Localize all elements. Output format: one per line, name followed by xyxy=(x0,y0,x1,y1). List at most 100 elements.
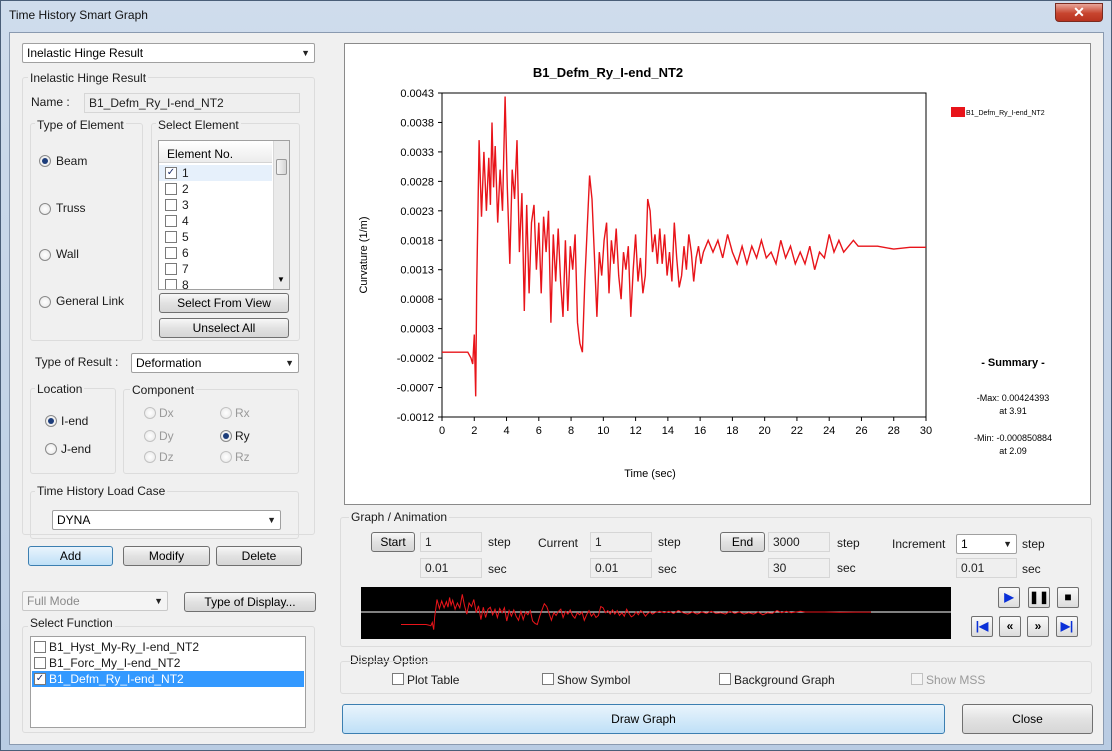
type-of-display-button[interactable]: Type of Display... xyxy=(184,592,316,612)
end-step-field[interactable]: 3000 xyxy=(768,532,830,552)
current-sec-field[interactable]: 0.01 xyxy=(590,558,652,578)
step-back-icon[interactable]: « xyxy=(999,616,1021,637)
summary-min-at: at 2.09 xyxy=(999,446,1027,456)
component-dx-radio[interactable] xyxy=(144,407,156,419)
start-step-field[interactable]: 1 xyxy=(420,532,482,552)
select-function-title: Select Function xyxy=(28,616,115,630)
element-checkbox[interactable] xyxy=(165,215,177,227)
function-checkbox[interactable]: ✓ xyxy=(34,673,46,685)
show-symbol-checkbox[interactable] xyxy=(542,673,554,685)
play-icon[interactable]: ▶ xyxy=(998,587,1020,608)
go-to-start-icon[interactable]: |◀ xyxy=(971,616,993,637)
function-checkbox[interactable] xyxy=(34,657,46,669)
show-mss-checkbox[interactable] xyxy=(911,673,923,685)
element-list-item[interactable]: 5 xyxy=(159,229,272,245)
component-dz-radio[interactable] xyxy=(144,451,156,463)
end-step-unit: step xyxy=(837,536,860,550)
modify-button[interactable]: Modify xyxy=(123,546,210,566)
go-to-end-icon[interactable]: ▶| xyxy=(1056,616,1078,637)
plot-frame xyxy=(441,92,927,418)
element-checkbox[interactable] xyxy=(165,247,177,259)
select-from-view-button[interactable]: Select From View xyxy=(159,293,289,313)
x-tick-label: 18 xyxy=(726,425,738,437)
legend-swatch xyxy=(951,107,965,117)
end-button[interactable]: End xyxy=(720,532,765,552)
current-label: Current xyxy=(538,536,579,550)
close-button[interactable]: Close xyxy=(962,704,1093,734)
window-title: Time History Smart Graph xyxy=(9,8,148,22)
component-rx-radio[interactable] xyxy=(220,407,232,419)
component-dy-radio[interactable] xyxy=(144,430,156,442)
x-tick-label: 22 xyxy=(791,425,803,437)
element-list-item[interactable]: 6 xyxy=(159,245,272,261)
element-checkbox[interactable] xyxy=(165,231,177,243)
add-button[interactable]: Add xyxy=(28,546,113,566)
element-list-item[interactable]: 8 xyxy=(159,277,272,289)
element-list[interactable]: Element No. ✓ 1 2 3 4 5 6 7 8 ▼ xyxy=(158,140,290,290)
x-tick-label: 10 xyxy=(597,425,609,437)
plot-table-label: Plot Table xyxy=(407,673,460,687)
function-checkbox[interactable] xyxy=(34,641,46,653)
x-tick-label: 12 xyxy=(629,425,641,437)
mode-dropdown[interactable]: Full Mode ▼ xyxy=(22,591,168,611)
start-sec-field[interactable]: 0.01 xyxy=(420,558,482,578)
function-list-item[interactable]: B1_Forc_My_I-end_NT2 xyxy=(32,655,304,671)
start-button[interactable]: Start xyxy=(371,532,415,552)
y-axis-label: Curvature (1/m) xyxy=(358,216,370,293)
summary-title: - Summary - xyxy=(981,357,1045,369)
component-ry-radio[interactable] xyxy=(220,430,232,442)
background-graph-checkbox[interactable] xyxy=(719,673,731,685)
timeline-preview[interactable] xyxy=(361,587,951,639)
element-type-beam-radio[interactable] xyxy=(39,155,51,167)
current-step-field[interactable]: 1 xyxy=(590,532,652,552)
x-tick-label: 20 xyxy=(759,425,771,437)
scroll-down-icon[interactable]: ▼ xyxy=(277,275,285,284)
function-list-item[interactable]: B1_Hyst_My-Ry_I-end_NT2 xyxy=(32,639,304,655)
element-checkbox[interactable]: ✓ xyxy=(165,167,177,179)
element-checkbox[interactable] xyxy=(165,279,177,289)
type-of-result-dropdown[interactable]: Deformation ▼ xyxy=(131,353,299,373)
element-list-item[interactable]: ✓ 1 xyxy=(159,165,272,181)
element-type-truss-radio[interactable] xyxy=(39,203,51,215)
x-tick-label: 28 xyxy=(888,425,900,437)
element-list-scroll-thumb[interactable] xyxy=(276,159,287,175)
element-type-general-link-radio[interactable] xyxy=(39,296,51,308)
window-close-button[interactable]: ✕ xyxy=(1055,3,1103,22)
load-case-dropdown[interactable]: DYNA ▼ xyxy=(52,510,281,530)
location-j-end-radio[interactable] xyxy=(45,443,57,455)
element-checkbox[interactable] xyxy=(165,183,177,195)
time-history-chart: B1_Defm_Ry_I-end_NT2 0.00430.00380.00330… xyxy=(358,65,1052,480)
load-case-title: Time History Load Case xyxy=(35,484,168,498)
element-list-item[interactable]: 3 xyxy=(159,197,272,213)
element-checkbox[interactable] xyxy=(165,263,177,275)
location-i-end-label: I-end xyxy=(61,414,89,428)
x-tick-label: 4 xyxy=(503,425,509,437)
function-list[interactable]: B1_Hyst_My-Ry_I-end_NT2 B1_Forc_My_I-end_… xyxy=(30,636,306,728)
inelastic-hinge-group-title: Inelastic Hinge Result xyxy=(28,71,149,85)
x-tick-label: 6 xyxy=(536,425,542,437)
element-list-item[interactable]: 7 xyxy=(159,261,272,277)
component-rz-radio[interactable] xyxy=(220,451,232,463)
increment-dropdown[interactable]: 1 ▼ xyxy=(956,534,1017,554)
element-list-scrollbar[interactable]: ▼ xyxy=(273,141,289,289)
function-list-item[interactable]: ✓ B1_Defm_Ry_I-end_NT2 xyxy=(32,671,304,687)
step-forward-icon[interactable]: » xyxy=(1027,616,1049,637)
element-checkbox[interactable] xyxy=(165,199,177,211)
plot-table-checkbox[interactable] xyxy=(392,673,404,685)
element-type-general-link-label: General Link xyxy=(56,294,125,308)
pause-icon[interactable]: ❚❚ xyxy=(1028,587,1050,608)
location-i-end-radio[interactable] xyxy=(45,415,57,427)
end-sec-field[interactable]: 30 xyxy=(768,558,830,578)
element-list-item[interactable]: 4 xyxy=(159,213,272,229)
result-type-dropdown[interactable]: Inelastic Hinge Result ▼ xyxy=(22,43,315,63)
stop-icon[interactable]: ■ xyxy=(1057,587,1079,608)
unselect-all-button[interactable]: Unselect All xyxy=(159,318,289,338)
element-list-item[interactable]: 2 xyxy=(159,181,272,197)
x-tick-label: 2 xyxy=(471,425,477,437)
component-dx-label: Dx xyxy=(159,406,174,420)
element-number: 6 xyxy=(182,246,189,260)
delete-button[interactable]: Delete xyxy=(216,546,302,566)
draw-graph-button[interactable]: Draw Graph xyxy=(342,704,945,734)
increment-sec-field[interactable]: 0.01 xyxy=(956,558,1017,578)
element-type-wall-radio[interactable] xyxy=(39,249,51,261)
